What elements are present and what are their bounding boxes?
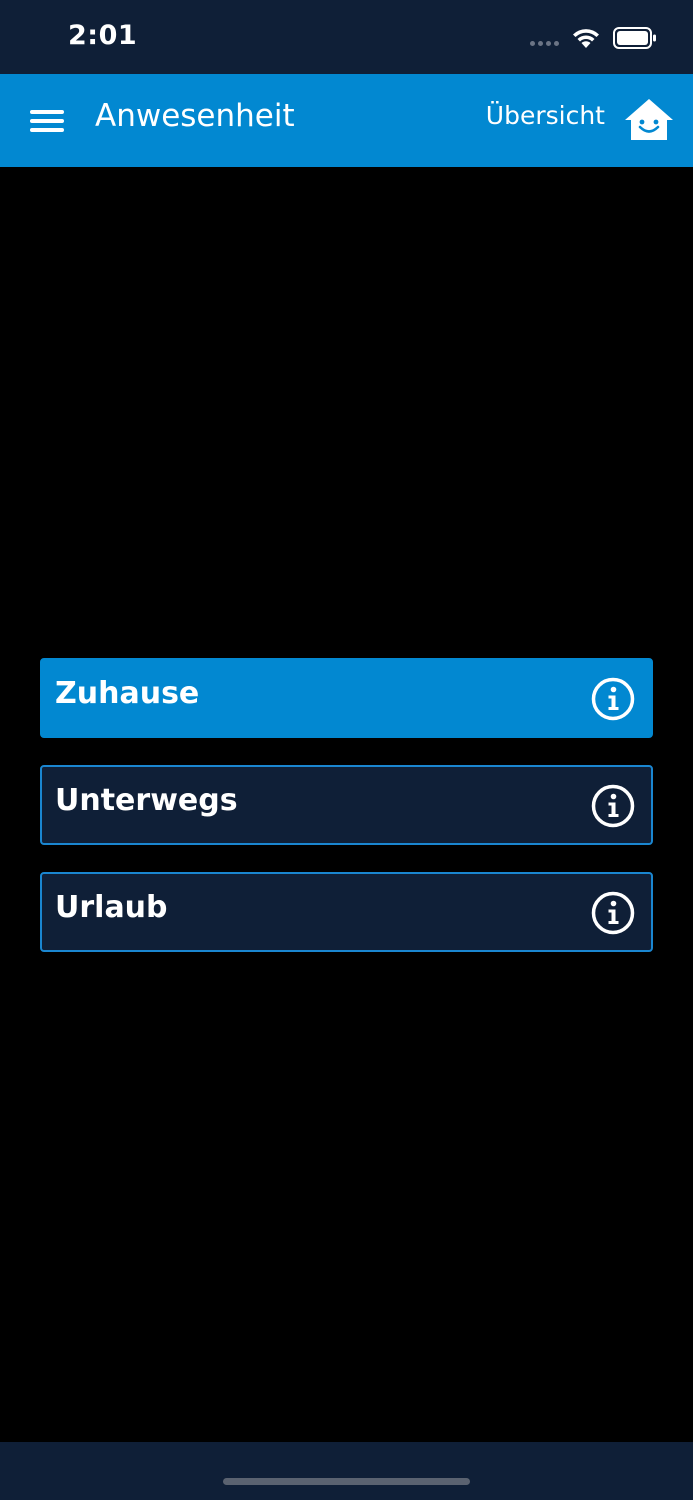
option-label: Zuhause xyxy=(55,676,200,711)
overview-link[interactable]: Übersicht xyxy=(486,101,605,130)
app-bar: Anwesenheit Übersicht xyxy=(0,74,693,167)
signal-dots-icon xyxy=(530,40,559,46)
battery-icon xyxy=(613,27,656,49)
hamburger-menu-icon[interactable] xyxy=(26,104,66,138)
info-icon[interactable] xyxy=(591,891,635,935)
smiling-house-icon[interactable] xyxy=(623,96,675,144)
status-bar: 2:01 xyxy=(0,0,693,74)
option-label: Unterwegs xyxy=(55,783,238,818)
option-unterwegs[interactable]: Unterwegs xyxy=(40,765,653,845)
status-time: 2:01 xyxy=(68,20,138,51)
bottom-bar xyxy=(0,1442,693,1500)
page-title: Anwesenheit xyxy=(95,98,295,134)
info-icon[interactable] xyxy=(591,784,635,828)
option-label: Urlaub xyxy=(55,890,168,925)
option-urlaub[interactable]: Urlaub xyxy=(40,872,653,952)
info-icon[interactable] xyxy=(591,677,635,721)
wifi-icon xyxy=(573,29,599,48)
option-zuhause[interactable]: Zuhause xyxy=(40,658,653,738)
status-icons xyxy=(530,24,657,52)
presence-options-list: Zuhause Unterwegs Urlaub xyxy=(40,658,653,979)
home-indicator[interactable] xyxy=(223,1478,470,1485)
